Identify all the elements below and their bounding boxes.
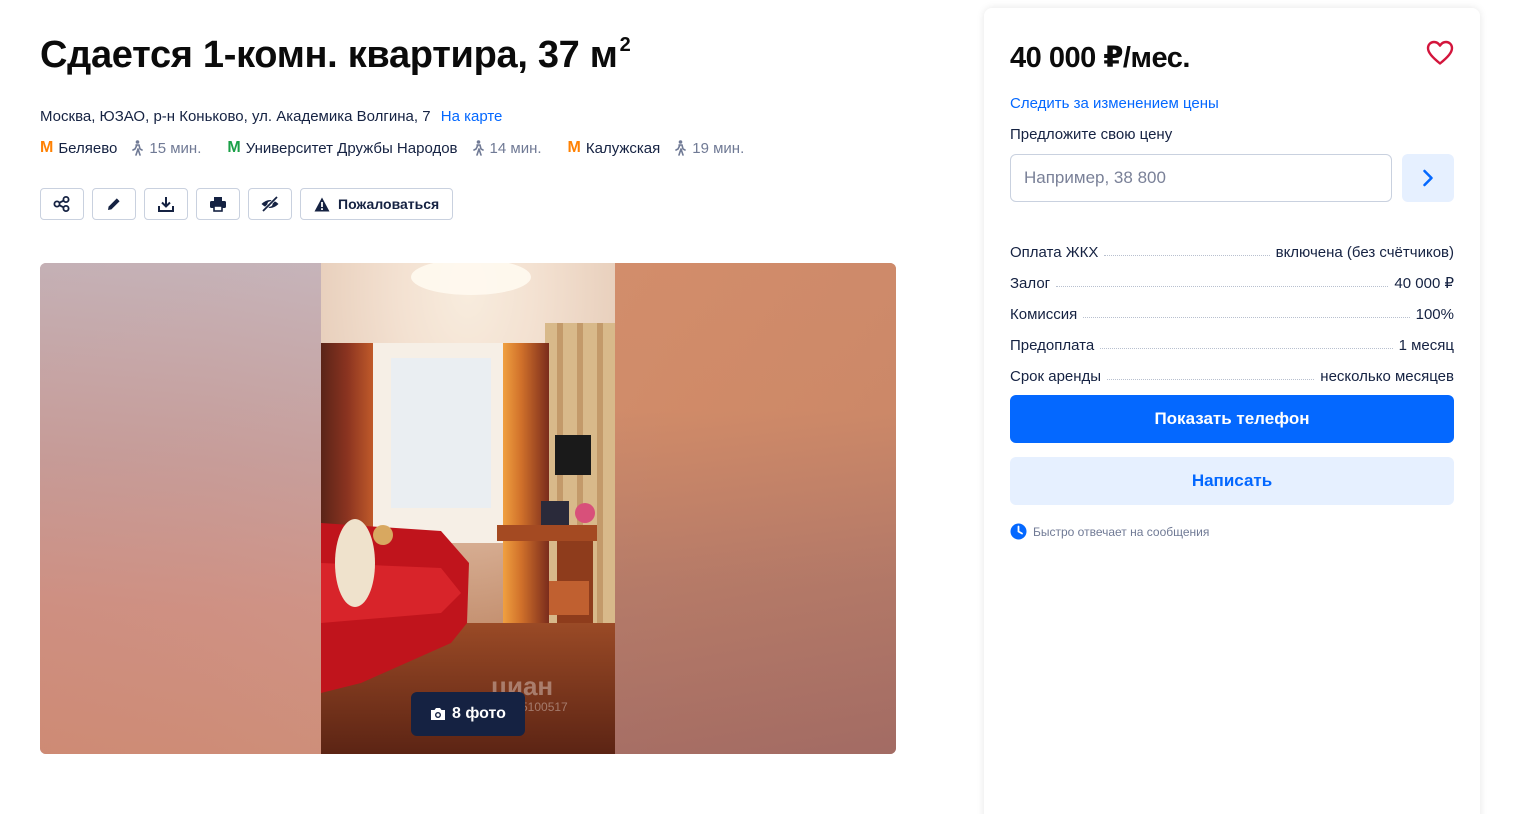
walk-icon (675, 140, 687, 156)
warning-icon (314, 197, 330, 211)
walk-time-text: 15 мин. (149, 139, 202, 157)
term-dots (1056, 286, 1389, 287)
page-title: Сдается 1-комн. квартира, 37 м2 (40, 34, 631, 77)
gallery-blur-left (40, 263, 321, 754)
term-row: Комиссия 100% (1010, 292, 1454, 323)
action-toolbar: Пожаловаться (40, 188, 454, 220)
page-title-text: Сдается 1-комн. квартира, 37 м (40, 34, 618, 76)
room-photo-image: циан 5100517 (321, 263, 615, 754)
term-dots (1104, 255, 1270, 256)
download-icon (158, 197, 174, 212)
offer-price-input[interactable] (1010, 154, 1392, 202)
term-label: Залог (1010, 275, 1051, 292)
share-button[interactable] (40, 188, 84, 220)
metro-station-name: Калужская (585, 139, 661, 157)
page-title-superscript: 2 (619, 34, 631, 56)
term-value: несколько месяцев (1320, 368, 1454, 385)
track-price-link[interactable]: Следить за изменением цены (1010, 95, 1219, 112)
watermark-id: 5100517 (521, 700, 568, 714)
write-message-button[interactable]: Написать (1010, 457, 1454, 505)
print-button[interactable] (196, 188, 240, 220)
walk-icon (472, 140, 484, 156)
share-icon (53, 196, 70, 212)
term-value: включена (без счётчиков) (1275, 244, 1454, 261)
term-value: 1 месяц (1398, 337, 1454, 354)
term-row: Срок аренды несколько месяцев (1010, 354, 1454, 385)
term-dots (1083, 317, 1410, 318)
term-value: 100% (1415, 306, 1454, 323)
heart-icon (1426, 40, 1454, 65)
walk-time: 19 мин. (674, 140, 744, 157)
photo-gallery[interactable]: циан 5100517 8 фото (40, 263, 896, 754)
walk-time-text: 19 мин. (692, 139, 745, 157)
download-button[interactable] (144, 188, 188, 220)
term-label: Срок аренды (1010, 368, 1102, 385)
report-label: Пожаловаться (338, 196, 440, 212)
map-link[interactable]: На карте (441, 108, 503, 125)
clock-icon (1010, 523, 1027, 540)
term-row: Оплата ЖКХ включена (без счётчиков) (1010, 230, 1454, 261)
metro-station[interactable]: М Калужская 19 мин. (568, 139, 745, 157)
term-label: Предоплата (1010, 337, 1095, 354)
term-dots (1100, 348, 1393, 349)
metro-icon: М (567, 139, 581, 156)
term-row: Залог 40 000 ₽ (1010, 261, 1454, 292)
metro-list: М Беляево 15 мин. М Университет Дружбы Н… (40, 139, 770, 157)
camera-icon (431, 708, 446, 720)
fast-reply-note: Быстро отвечает на сообщения (1010, 523, 1209, 540)
walk-time: 14 мин. (472, 140, 542, 157)
term-label: Комиссия (1010, 306, 1078, 323)
gallery-blur-right (615, 263, 896, 754)
hide-icon (261, 196, 279, 212)
offer-price-label: Предложите свою цену (1010, 126, 1173, 143)
hide-button[interactable] (248, 188, 292, 220)
address: Москва, ЮЗАО, р-н Коньково, ул. Академик… (40, 108, 502, 125)
walk-time: 15 мин. (131, 140, 201, 157)
photo-count-button[interactable]: 8 фото (411, 692, 525, 736)
edit-icon (108, 198, 120, 210)
edit-button[interactable] (92, 188, 136, 220)
walk-time-text: 14 мин. (489, 139, 542, 157)
favorite-button[interactable] (1426, 40, 1454, 71)
chevron-right-icon (1423, 169, 1433, 187)
term-value: 40 000 ₽ (1394, 275, 1454, 292)
report-button[interactable]: Пожаловаться (300, 188, 454, 220)
price: 40 000 ₽/мес. (1010, 42, 1190, 74)
term-label: Оплата ЖКХ (1010, 244, 1099, 261)
photo-count-label: 8 фото (452, 705, 506, 722)
rental-terms: Оплата ЖКХ включена (без счётчиков) Зало… (1010, 230, 1454, 385)
address-text: Москва, ЮЗАО, р-н Коньково, ул. Академик… (40, 108, 431, 125)
metro-station[interactable]: М Университет Дружбы Народов 14 мин. (227, 139, 541, 157)
walk-icon (132, 140, 144, 156)
metro-station-name: Беляево (58, 139, 118, 157)
metro-station-name: Университет Дружбы Народов (245, 139, 458, 157)
fast-reply-text: Быстро отвечает на сообщения (1033, 524, 1210, 539)
price-card: 40 000 ₽/мес. Следить за изменением цены… (984, 8, 1480, 814)
metro-station[interactable]: М Беляево 15 мин. (40, 139, 201, 157)
print-icon (210, 197, 226, 212)
offer-submit-button[interactable] (1402, 154, 1454, 202)
metro-icon: М (227, 139, 240, 156)
metro-icon: М (40, 139, 53, 156)
term-dots (1107, 379, 1315, 380)
term-row: Предоплата 1 месяц (1010, 323, 1454, 354)
show-phone-button[interactable]: Показать телефон (1010, 395, 1454, 443)
main-photo[interactable]: циан 5100517 (321, 263, 615, 754)
